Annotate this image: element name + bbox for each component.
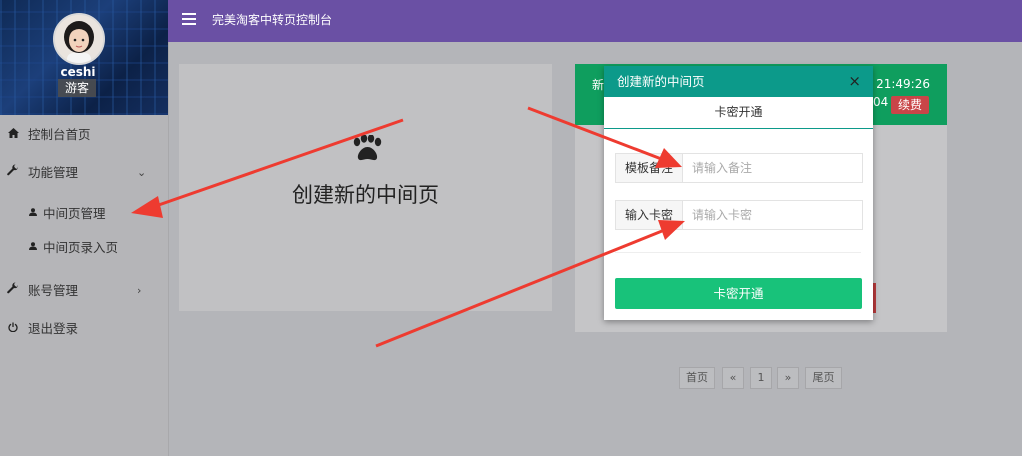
- arrow-annotation: [527, 106, 682, 168]
- annotation-arrows: [131, 106, 685, 348]
- arrow-annotation: [375, 220, 685, 348]
- arrow-annotation: [131, 118, 404, 218]
